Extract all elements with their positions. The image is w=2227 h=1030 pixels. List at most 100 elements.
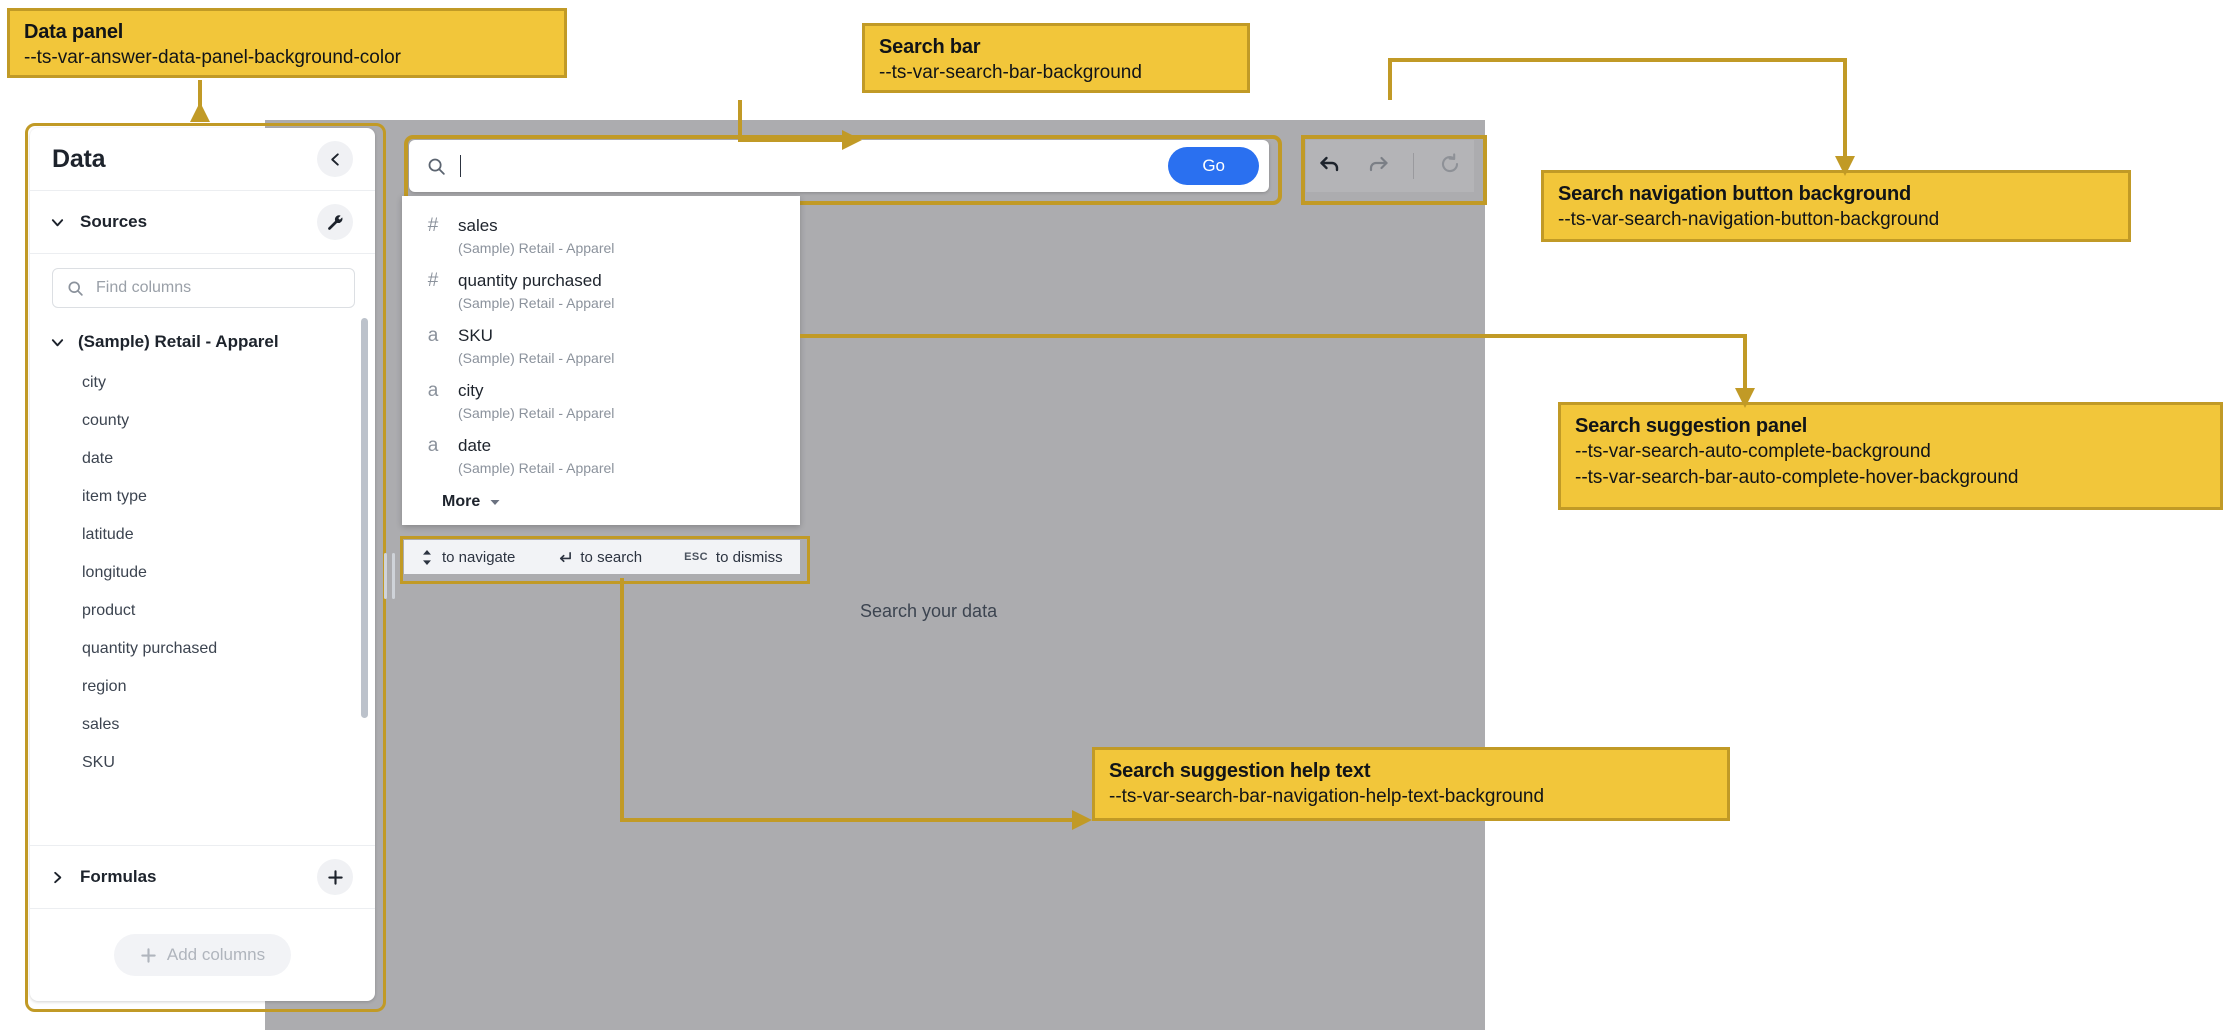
- autocomplete-item[interactable]: #sales(Sample) Retail - Apparel: [402, 208, 800, 263]
- search-icon: [427, 157, 446, 176]
- autocomplete-item-type-icon: a: [424, 435, 442, 476]
- search-autocomplete-panel: #sales(Sample) Retail - Apparel#quantity…: [402, 196, 800, 525]
- text-cursor: [460, 155, 461, 177]
- autocomplete-item-source: (Sample) Retail - Apparel: [458, 295, 614, 311]
- autocomplete-item-type-icon: #: [424, 270, 442, 311]
- autocomplete-item-name: city: [458, 380, 614, 402]
- help-navigate-label: to navigate: [442, 549, 515, 566]
- autocomplete-item-source: (Sample) Retail - Apparel: [458, 240, 614, 256]
- annotation-var: --ts-var-search-navigation-button-backgr…: [1558, 207, 2114, 233]
- autocomplete-more-button[interactable]: More: [402, 483, 800, 519]
- autocomplete-item[interactable]: acity (Sample) Retail - Apparel: [402, 373, 800, 428]
- search-navigation-buttons: [1306, 140, 1474, 192]
- data-panel-footer: Add columns: [30, 909, 375, 1001]
- annotation-var: --ts-var-search-auto-complete-background: [1575, 439, 2206, 465]
- annotation-title: Search bar: [879, 34, 1233, 60]
- formulas-label-group: Formulas: [48, 867, 157, 887]
- redo-arrow-icon: [1366, 152, 1390, 176]
- annotation-help-text: Search suggestion help text --ts-var-sea…: [1092, 747, 1730, 821]
- plus-icon: [327, 869, 344, 886]
- column-item[interactable]: sales: [30, 706, 375, 744]
- annotation-title: Data panel: [24, 19, 550, 45]
- chevron-left-icon: [328, 152, 343, 167]
- add-columns-button[interactable]: Add columns: [114, 934, 291, 976]
- help-dismiss: ESC to dismiss: [684, 549, 783, 566]
- sources-section-header[interactable]: Sources: [30, 191, 375, 254]
- up-down-arrows-icon: [420, 549, 434, 566]
- column-item[interactable]: product: [30, 592, 375, 630]
- caret-down-icon[interactable]: [489, 496, 501, 508]
- annotation-data-panel: Data panel --ts-var-answer-data-panel-ba…: [7, 8, 567, 78]
- column-item[interactable]: city: [30, 364, 375, 402]
- column-item[interactable]: county: [30, 402, 375, 440]
- autocomplete-item-source: (Sample) Retail - Apparel: [458, 460, 614, 476]
- autocomplete-item-name: date: [458, 435, 614, 457]
- autocomplete-item-type-icon: a: [424, 380, 442, 421]
- column-list: citycountydateitem typelatitudelongitude…: [30, 364, 375, 782]
- autocomplete-item-source: (Sample) Retail - Apparel: [458, 405, 614, 421]
- help-search-label: to search: [580, 549, 642, 566]
- chevron-down-icon[interactable]: [48, 215, 66, 230]
- panel-resize-handle[interactable]: [384, 553, 400, 599]
- sources-label-group: Sources: [48, 212, 147, 232]
- go-button[interactable]: Go: [1168, 147, 1259, 185]
- annotation-title: Search suggestion help text: [1109, 758, 1713, 784]
- reset-button[interactable]: [1438, 152, 1462, 181]
- reset-circular-arrow-icon: [1438, 152, 1462, 176]
- column-item[interactable]: SKU: [30, 744, 375, 782]
- annotation-title: Search navigation button background: [1558, 181, 2114, 207]
- chevron-down-icon[interactable]: [48, 335, 66, 350]
- annotation-suggestion-panel: Search suggestion panel --ts-var-search-…: [1558, 402, 2223, 510]
- find-columns-placeholder: Find columns: [96, 279, 191, 297]
- annotation-var: --ts-var-search-bar-navigation-help-text…: [1109, 784, 1713, 810]
- autocomplete-item-source: (Sample) Retail - Apparel: [458, 350, 614, 366]
- column-item[interactable]: quantity purchased: [30, 630, 375, 668]
- autocomplete-item[interactable]: adate (Sample) Retail - Apparel: [402, 428, 800, 483]
- column-item[interactable]: latitude: [30, 516, 375, 554]
- search-icon: [67, 280, 84, 297]
- search-autocomplete-help-bar: to navigate to search ESC to dismiss: [404, 540, 800, 574]
- undo-arrow-icon: [1318, 152, 1342, 176]
- add-formula-button[interactable]: [317, 859, 353, 895]
- undo-button[interactable]: [1318, 152, 1342, 181]
- annotation-search-bar: Search bar --ts-var-search-bar-backgroun…: [862, 23, 1250, 93]
- arrow-data-panel: [190, 102, 210, 122]
- autocomplete-item-type-icon: #: [424, 215, 442, 256]
- sources-label: Sources: [80, 212, 147, 232]
- autocomplete-item[interactable]: # quantity purchased (Sample) Retail - App…: [402, 263, 800, 318]
- add-columns-label: Add columns: [167, 945, 265, 965]
- column-item[interactable]: date: [30, 440, 375, 478]
- canvas-placeholder-text: Search your data: [860, 601, 997, 622]
- data-panel-header: Data: [30, 128, 375, 191]
- search-bar[interactable]: Go: [409, 140, 1269, 192]
- annotation-var: --ts-var-answer-data-panel-background-co…: [24, 45, 550, 71]
- help-esc-key: ESC: [684, 551, 708, 563]
- column-item[interactable]: item type: [30, 478, 375, 516]
- enter-arrow-icon: [557, 550, 572, 565]
- autocomplete-item-type-icon: a: [424, 325, 442, 366]
- formulas-section-header[interactable]: Formulas: [30, 845, 375, 909]
- find-columns-input[interactable]: Find columns: [52, 268, 355, 308]
- data-panel: Data Sources Find: [30, 128, 375, 1001]
- annotation-var: --ts-var-search-bar-auto-complete-hover-…: [1575, 465, 2206, 491]
- chevron-right-icon[interactable]: [48, 870, 66, 885]
- help-navigate: to navigate: [420, 549, 515, 566]
- column-item[interactable]: region: [30, 668, 375, 706]
- help-search: to search: [557, 549, 642, 566]
- redo-button[interactable]: [1366, 152, 1390, 181]
- source-group-row[interactable]: (Sample) Retail - Apparel: [30, 320, 375, 364]
- autocomplete-item[interactable]: a SKU (Sample) Retail - Apparel: [402, 318, 800, 373]
- autocomplete-item-name: SKU: [458, 325, 614, 347]
- annotation-title: Search suggestion panel: [1575, 413, 2206, 439]
- autocomplete-item-name: quantity purchased: [458, 270, 614, 292]
- column-item[interactable]: longitude: [30, 554, 375, 592]
- data-panel-body: Find columns (Sample) Retail - Apparel c…: [30, 254, 375, 845]
- autocomplete-more-label: More: [442, 493, 480, 511]
- annotation-nav-button: Search navigation button background --ts…: [1541, 170, 2131, 242]
- wrench-icon[interactable]: [317, 204, 353, 240]
- source-group-name: (Sample) Retail - Apparel: [78, 332, 279, 352]
- formulas-label: Formulas: [80, 867, 157, 887]
- collapse-panel-button[interactable]: [317, 141, 353, 177]
- data-panel-scrollbar[interactable]: [361, 318, 368, 718]
- annotation-var: --ts-var-search-bar-background: [879, 60, 1233, 86]
